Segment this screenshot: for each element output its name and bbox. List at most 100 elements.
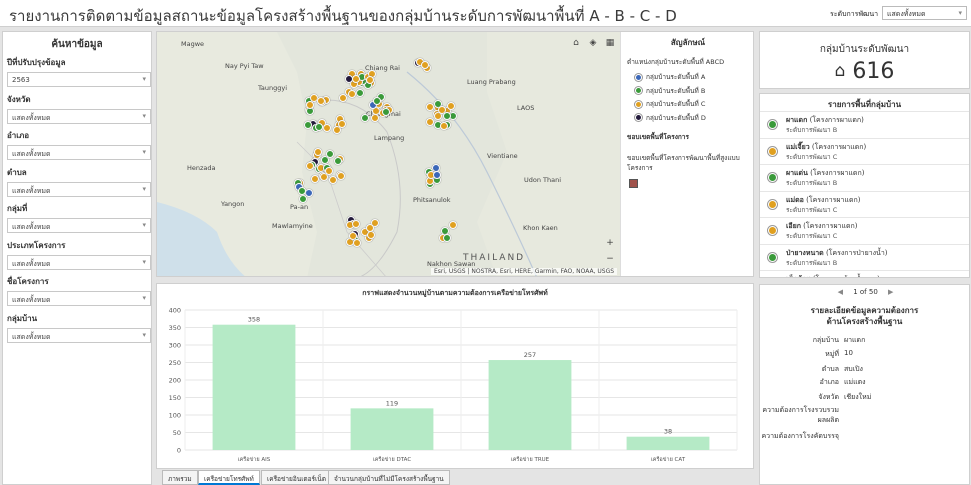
- village-marker[interactable]: [442, 234, 451, 242]
- legend-item: กลุ่มบ้านระดับพื้นที่ D: [635, 113, 706, 123]
- village-marker[interactable]: [298, 194, 307, 203]
- chevron-down-icon: ▾: [958, 9, 962, 17]
- filter-select[interactable]: แสดงทั้งหมด ▾: [7, 145, 151, 160]
- y-tick-label: 350: [169, 324, 181, 332]
- filter-select[interactable]: 2563 ▾: [7, 72, 151, 87]
- village-marker[interactable]: [324, 167, 333, 176]
- village-marker[interactable]: [432, 170, 441, 179]
- village-marker[interactable]: [316, 96, 325, 105]
- village-level: ระดับการพัฒนา C: [786, 152, 838, 161]
- village-marker[interactable]: [314, 122, 323, 131]
- tab[interactable]: ภาพรวม: [162, 470, 198, 485]
- layers-button[interactable]: ◈: [586, 36, 600, 50]
- village-project: (โครงการผาแดก): [806, 195, 861, 204]
- y-tick-label: 100: [169, 412, 181, 420]
- village-level: ระดับการพัฒนา B: [786, 126, 838, 134]
- filter-select[interactable]: แสดงทั้งหมด ▾: [7, 291, 151, 306]
- village-marker[interactable]: [328, 176, 337, 185]
- village-level: ระดับการพัฒนา B: [786, 258, 838, 267]
- tab[interactable]: จำนวนกลุ่มบ้านที่ไม่มีโครงสร้างพื้นฐาน: [328, 470, 450, 485]
- village-marker[interactable]: [370, 114, 379, 123]
- village-marker[interactable]: [314, 147, 322, 156]
- village-list-item[interactable]: ผาแด่น (โครงการผาแดก) ระดับการพัฒนา B: [760, 164, 969, 189]
- map-attribution: Esri, USGS | NOSTRA, Esri, HERE, Garmin,…: [431, 268, 618, 275]
- tab[interactable]: เครือข่ายโทรศัพท์: [198, 470, 260, 485]
- bar-value-label: 119: [386, 399, 398, 407]
- home-button[interactable]: ⌂: [569, 36, 583, 50]
- zoom-out-button[interactable]: −: [603, 252, 617, 266]
- bar-value-label: 38: [664, 428, 672, 436]
- village-name: ป่ายางหนาด: [786, 248, 824, 257]
- village-marker[interactable]: [443, 111, 452, 120]
- village-marker[interactable]: [325, 149, 334, 158]
- village-marker[interactable]: [355, 88, 364, 97]
- village-marker[interactable]: [306, 100, 315, 109]
- filter-group: ชื่อโครงการ แสดงทั้งหมด ▾: [7, 275, 151, 306]
- village-marker[interactable]: [372, 97, 381, 106]
- tab[interactable]: เครือข่ายอินเตอร์เน็ต: [261, 470, 332, 485]
- village-list-item[interactable]: เอียก (โครงการผาแดก) ระดับการพัฒนา C: [760, 217, 969, 242]
- detail-key: ตำบล: [821, 365, 839, 373]
- village-list-item[interactable]: แม่ดอ (โครงการผาแดก) ระดับการพัฒนา C: [760, 190, 969, 216]
- village-level: ระดับการพัฒนา B: [786, 179, 838, 187]
- legend-boundary-title: ขอบเขตพื้นที่โครงการ: [627, 133, 689, 141]
- legend-marker-icon: [635, 87, 642, 94]
- next-page-button[interactable]: ▶: [888, 288, 893, 296]
- y-tick-label: 50: [173, 429, 181, 437]
- filter-group: กลุ่มที่ แสดงทั้งหมด ▾: [7, 202, 151, 233]
- filter-panel: ค้นหาข้อมูล ปีที่ปรับปรุงข้อมูล 2563 ▾ จังห…: [2, 31, 152, 485]
- village-level-icon: [768, 146, 777, 156]
- map-panel[interactable]: Magwe Nay Pyi Taw Chiang Rai Taunggyi Luang …: [156, 31, 754, 277]
- village-list-item[interactable]: เซ็กน้อย (โครงการห้วยน้ำขาว): [760, 270, 969, 277]
- prev-page-button[interactable]: ◀: [838, 288, 843, 296]
- chart-title: กราฟแสดงจำนวนหมู่บ้านตามความต้องการเครือ…: [362, 289, 548, 297]
- village-name-row: เซ็กน้อย (โครงการห้วยน้ำขาว): [786, 274, 880, 277]
- village-marker[interactable]: [351, 219, 360, 228]
- village-marker[interactable]: [337, 119, 346, 128]
- village-marker[interactable]: [420, 60, 429, 69]
- village-list-item[interactable]: แม่เจี๊ยว (โครงการผาแดก) ระดับการพัฒนา C: [760, 137, 969, 163]
- village-marker[interactable]: [449, 220, 458, 229]
- village-marker[interactable]: [338, 94, 347, 103]
- village-marker[interactable]: [381, 107, 390, 116]
- legend-item-label: กลุ่มบ้านระดับพื้นที่ B: [646, 86, 706, 95]
- detail-key: อำเภอ: [819, 378, 839, 386]
- bar[interactable]: [488, 360, 572, 450]
- bar[interactable]: [212, 324, 296, 450]
- filter-select[interactable]: แสดงทั้งหมด ▾: [7, 327, 151, 343]
- filter-value: 2563: [12, 76, 30, 84]
- detail-value: สบเปิง: [844, 365, 863, 373]
- village-marker[interactable]: [366, 230, 375, 239]
- map-place-label: Lampang: [374, 134, 405, 142]
- village-marker[interactable]: [306, 161, 315, 170]
- x-tick-label: เครือข่าย CAT: [651, 456, 686, 463]
- filter-select[interactable]: แสดงทั้งหมด ▾: [7, 218, 151, 233]
- village-list-item[interactable]: ป่ายางหนาด (โครงการป่ายางน้ำ) ระดับการพัฒ…: [760, 243, 969, 269]
- detail-title: รายละเอียดข้อมูลความต้องการด้านโครงสร้าง…: [810, 306, 919, 326]
- legend-subtitle: ตำแหน่งกลุ่มบ้านระดับพื้นที่ ABCD: [627, 58, 725, 66]
- page-title: รายงานการติดตามข้อมูลสถานะข้อมูลโครงสร้า…: [9, 7, 677, 25]
- filter-group: กลุ่มบ้านแสดงทั้งหมด ▾: [7, 312, 151, 343]
- village-project: (โครงการห้วยน้ำขาว): [813, 275, 880, 277]
- level-filter-select[interactable]: แสดงทั้งหมด ▾: [882, 6, 967, 20]
- filter-select[interactable]: แสดงทั้งหมด ▾: [7, 254, 151, 270]
- filter-value: แสดงทั้งหมด: [12, 259, 51, 268]
- chevron-down-icon: ▾: [142, 294, 146, 302]
- filter-value: แสดงทั้งหมด: [12, 332, 51, 341]
- detail-key: หมู่ที่: [825, 350, 839, 358]
- village-marker[interactable]: [298, 186, 307, 195]
- filter-label: กลุ่มบ้าน: [7, 313, 38, 323]
- village-list-item[interactable]: ผาแดก (โครงการผาแดก) ระดับการพัฒนา B: [760, 111, 969, 136]
- village-marker[interactable]: [425, 118, 434, 127]
- village-level: ระดับการพัฒนา C: [786, 205, 838, 214]
- filter-select[interactable]: แสดงทั้งหมด ▾: [7, 108, 151, 124]
- zoom-in-button[interactable]: +: [603, 236, 617, 250]
- village-marker[interactable]: [336, 171, 345, 180]
- app-header: รายงานการติดตามข้อมูลสถานะข้อมูลโครงสร้า…: [0, 0, 971, 27]
- legend-item-label: กลุ่มบ้านระดับพื้นที่ C: [646, 100, 706, 108]
- bar[interactable]: [350, 408, 434, 450]
- basemap-gallery-button[interactable]: ▦: [603, 36, 617, 50]
- filter-select[interactable]: แสดงทั้งหมด ▾: [7, 181, 151, 197]
- bar[interactable]: [626, 436, 710, 450]
- village-marker[interactable]: [365, 75, 374, 84]
